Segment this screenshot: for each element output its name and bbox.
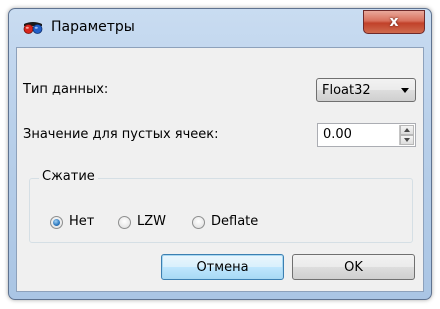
ok-button[interactable]: OK xyxy=(292,254,415,280)
title-bar[interactable]: Параметры x xyxy=(9,9,431,48)
data-type-value: Float32 xyxy=(322,83,371,98)
data-type-select[interactable]: Float32 xyxy=(316,78,416,102)
radio-lzw-label[interactable]: LZW xyxy=(137,214,166,229)
spin-buttons xyxy=(399,125,414,145)
radio-lzw[interactable] xyxy=(118,216,131,229)
chevron-down-icon xyxy=(401,88,409,93)
radio-none[interactable] xyxy=(50,216,63,229)
empty-value-spinbox[interactable]: 0.00 xyxy=(317,123,416,147)
compression-group-title: Сжатие xyxy=(39,169,98,184)
radio-deflate[interactable] xyxy=(192,216,205,229)
glasses-icon xyxy=(23,22,43,34)
dialog-body: Тип данных: Float32 Значение для пустых … xyxy=(16,47,424,292)
empty-value-label: Значение для пустых ячеек: xyxy=(23,127,219,142)
dialog-window: Параметры x Тип данных: Float32 Значение… xyxy=(8,8,432,300)
cancel-button[interactable]: Отмена xyxy=(161,254,284,280)
close-button[interactable]: x xyxy=(363,10,425,34)
arrow-up-icon[interactable] xyxy=(400,125,414,135)
radio-none-label[interactable]: Нет xyxy=(69,214,94,229)
arrow-down-icon[interactable] xyxy=(400,135,414,145)
empty-value-value: 0.00 xyxy=(323,127,352,142)
radio-deflate-label[interactable]: Deflate xyxy=(211,214,258,229)
close-icon: x xyxy=(389,14,399,30)
data-type-label: Тип данных: xyxy=(23,82,109,97)
window-title: Параметры xyxy=(51,19,135,35)
compression-group xyxy=(29,178,413,243)
